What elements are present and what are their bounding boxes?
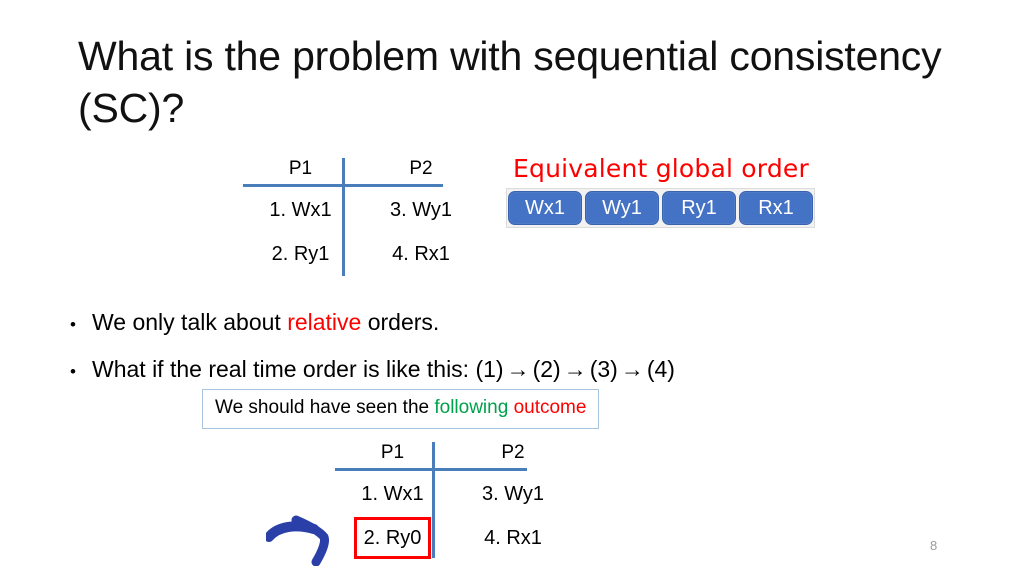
bullet-list: • We only talk about relative orders. • … bbox=[70, 300, 970, 394]
global-order-chip: Wx1 bbox=[508, 191, 582, 225]
callout-word-following: following bbox=[434, 397, 509, 418]
seq-item-2: (2) bbox=[532, 356, 561, 382]
arrow-right-icon: → bbox=[620, 356, 644, 382]
table-two-row1-spacer bbox=[445, 472, 463, 516]
table-one-cell-p1-op2: 2. Ry1 bbox=[271, 243, 330, 265]
seq-item-3: (3) bbox=[589, 356, 618, 382]
seq-item-4: (4) bbox=[646, 356, 675, 382]
seq-item-1: (1) bbox=[475, 356, 504, 382]
hand-drawn-arrow-icon bbox=[264, 504, 350, 567]
bullet-one-emphasis: relative bbox=[287, 309, 362, 335]
table-one-header-row: P1 P2 bbox=[248, 156, 471, 182]
bullet-one-part2: orders. bbox=[361, 309, 440, 335]
table-one-cell-p2-op2: 4. Rx1 bbox=[392, 243, 450, 265]
table-two-header-row: P1 P2 bbox=[340, 440, 563, 466]
global-order-chip: Rx1 bbox=[739, 191, 813, 225]
bullet-two-prefix: What if the real time order is like this… bbox=[92, 356, 476, 382]
table-two-cell-p1-op1: 1. Wx1 bbox=[361, 483, 424, 505]
page-title: What is the problem with sequential cons… bbox=[78, 33, 942, 131]
table-row: 2. Ry0 4. Rx1 bbox=[340, 516, 563, 560]
callout-box: We should have seen the following outcom… bbox=[202, 389, 600, 429]
arrow-right-icon: → bbox=[563, 356, 587, 382]
table-two-header-p1: P1 bbox=[380, 442, 405, 463]
global-order-label: Equivalent global order bbox=[513, 154, 809, 183]
list-item: • What if the real time order is like th… bbox=[70, 347, 970, 394]
table-one-cell-p1-op1: 1. Wx1 bbox=[269, 199, 332, 221]
global-order-chip: Wy1 bbox=[585, 191, 659, 225]
table-one-header-p2: P2 bbox=[409, 158, 433, 179]
bullet-two-text: What if the real time order is like this… bbox=[92, 347, 675, 391]
table-one-header-p1: P1 bbox=[288, 158, 313, 179]
table-two-header-spacer bbox=[445, 440, 463, 466]
callout-part1: We should have seen the bbox=[215, 397, 435, 418]
bullet-one-part1: We only talk about bbox=[92, 309, 288, 335]
table-two-cell-p2-op1: 3. Wy1 bbox=[481, 483, 545, 505]
bullet-marker: • bbox=[70, 315, 76, 334]
table-two-row2-spacer bbox=[445, 516, 463, 560]
list-item: • We only talk about relative orders. bbox=[70, 300, 970, 347]
bullet-marker: • bbox=[70, 362, 76, 381]
global-order-chip-band: Wx1 Wy1 Ry1 Rx1 bbox=[506, 188, 815, 228]
table-two-header-rule bbox=[335, 468, 527, 471]
table-two-cell-p1-op2-highlighted: 2. Ry0 bbox=[353, 517, 432, 559]
table-one-header-spacer bbox=[353, 156, 371, 182]
table-row: 1. Wx1 3. Wy1 bbox=[340, 472, 563, 516]
execution-table-one: P1 P2 1. Wx1 3. Wy1 2. Ry1 4. Rx1 bbox=[243, 156, 471, 276]
global-order-chip: Ry1 bbox=[662, 191, 736, 225]
execution-table-two: P1 P2 1. Wx1 3. Wy1 2. Ry0 4. Rx1 bbox=[335, 440, 563, 560]
table-row: 2. Ry1 4. Rx1 bbox=[248, 232, 471, 276]
global-order-group: Equivalent global order Wx1 Wy1 Ry1 Rx1 bbox=[506, 154, 816, 228]
table-one-row1-spacer bbox=[353, 188, 371, 232]
table-one-cell-p2-op1: 3. Wy1 bbox=[389, 199, 453, 221]
table-two-header-p2: P2 bbox=[501, 442, 525, 463]
bullet-one-text: We only talk about relative orders. bbox=[92, 300, 439, 344]
table-one-row2-spacer bbox=[353, 232, 371, 276]
arrow-right-icon: → bbox=[506, 356, 530, 382]
callout-word-outcome: outcome bbox=[513, 397, 587, 418]
table-two-cell-p2-op2: 4. Rx1 bbox=[484, 527, 542, 549]
table-row: 1. Wx1 3. Wy1 bbox=[248, 188, 471, 232]
page-number: 8 bbox=[930, 538, 938, 553]
